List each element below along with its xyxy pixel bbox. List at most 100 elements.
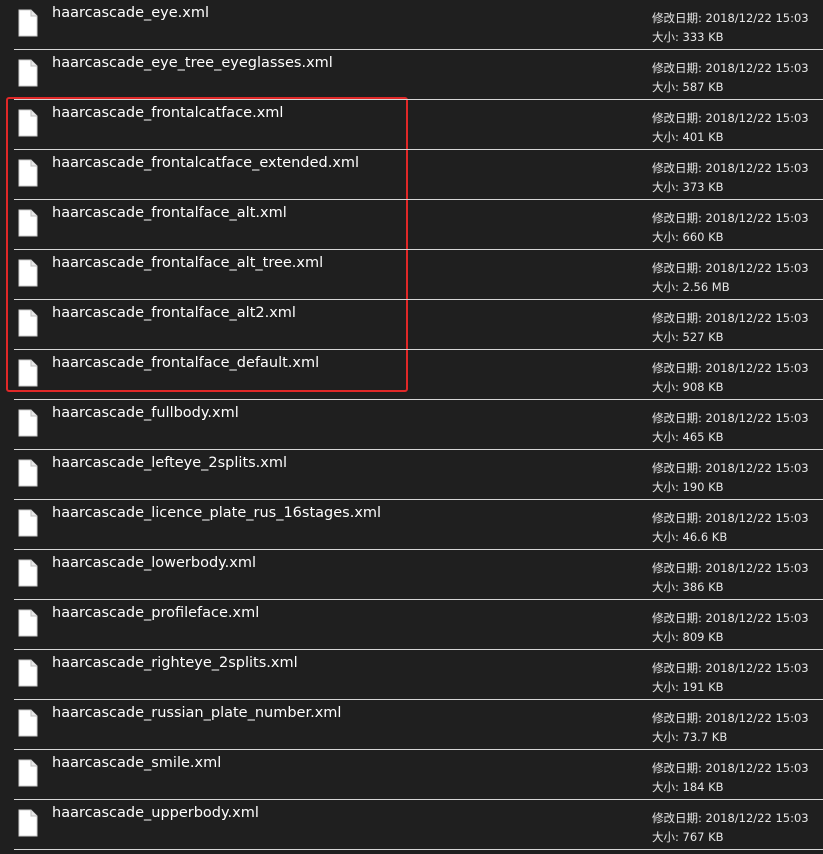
file-size: 大小: 660 KB	[652, 229, 724, 245]
file-modified-date: 修改日期: 2018/12/22 15:03	[652, 310, 809, 326]
document-icon	[18, 509, 38, 537]
file-modified-date: 修改日期: 2018/12/22 15:03	[652, 560, 809, 576]
file-row[interactable]: haarcascade_frontalface_alt2.xml 修改日期: 2…	[0, 300, 823, 350]
file-name: haarcascade_lowerbody.xml	[52, 555, 257, 571]
modified-value: 2018/12/22 15:03	[705, 661, 809, 675]
modified-label: 修改日期:	[652, 211, 702, 225]
file-size: 大小: 465 KB	[652, 429, 724, 445]
file-name: haarcascade_righteye_2splits.xml	[52, 655, 298, 671]
file-row[interactable]: haarcascade_lowerbody.xml 修改日期: 2018/12/…	[0, 550, 823, 600]
document-icon	[18, 559, 38, 587]
modified-label: 修改日期:	[652, 811, 702, 825]
size-value: 767 KB	[682, 830, 724, 844]
file-name: haarcascade_frontalface_alt.xml	[52, 205, 287, 221]
file-modified-date: 修改日期: 2018/12/22 15:03	[652, 660, 809, 676]
file-row[interactable]: haarcascade_smile.xml 修改日期: 2018/12/22 1…	[0, 750, 823, 800]
file-modified-date: 修改日期: 2018/12/22 15:03	[652, 260, 809, 276]
file-row[interactable]: haarcascade_frontalface_default.xml 修改日期…	[0, 350, 823, 400]
file-row[interactable]: haarcascade_russian_plate_number.xml 修改日…	[0, 700, 823, 750]
file-name: haarcascade_russian_plate_number.xml	[52, 705, 342, 721]
size-label: 大小:	[652, 30, 679, 44]
file-modified-date: 修改日期: 2018/12/22 15:03	[652, 110, 809, 126]
size-value: 2.56 MB	[682, 280, 730, 294]
file-modified-date: 修改日期: 2018/12/22 15:03	[652, 460, 809, 476]
size-value: 46.6 KB	[682, 530, 728, 544]
file-size: 大小: 386 KB	[652, 579, 724, 595]
file-row[interactable]: haarcascade_profileface.xml 修改日期: 2018/1…	[0, 600, 823, 650]
modified-label: 修改日期:	[652, 611, 702, 625]
size-label: 大小:	[652, 430, 679, 444]
document-icon	[18, 359, 38, 387]
file-row[interactable]: haarcascade_frontalface_alt.xml 修改日期: 20…	[0, 200, 823, 250]
document-icon	[18, 659, 38, 687]
document-icon	[18, 309, 38, 337]
size-value: 386 KB	[682, 580, 724, 594]
file-row[interactable]: haarcascade_upperbody.xml 修改日期: 2018/12/…	[0, 800, 823, 850]
modified-value: 2018/12/22 15:03	[705, 61, 809, 75]
size-label: 大小:	[652, 730, 679, 744]
size-value: 373 KB	[682, 180, 724, 194]
modified-label: 修改日期:	[652, 411, 702, 425]
modified-label: 修改日期:	[652, 661, 702, 675]
file-row[interactable]: haarcascade_licence_plate_rus_16stages.x…	[0, 500, 823, 550]
file-row[interactable]: haarcascade_frontalcatface.xml 修改日期: 201…	[0, 100, 823, 150]
file-modified-date: 修改日期: 2018/12/22 15:03	[652, 60, 809, 76]
modified-value: 2018/12/22 15:03	[705, 361, 809, 375]
modified-label: 修改日期:	[652, 111, 702, 125]
modified-value: 2018/12/22 15:03	[705, 261, 809, 275]
size-value: 184 KB	[682, 780, 724, 794]
file-row[interactable]: haarcascade_righteye_2splits.xml 修改日期: 2…	[0, 650, 823, 700]
size-label: 大小:	[652, 280, 679, 294]
size-label: 大小:	[652, 580, 679, 594]
file-modified-date: 修改日期: 2018/12/22 15:03	[652, 710, 809, 726]
file-size: 大小: 46.6 KB	[652, 529, 727, 545]
modified-value: 2018/12/22 15:03	[705, 761, 809, 775]
document-icon	[18, 409, 38, 437]
size-value: 908 KB	[682, 380, 724, 394]
modified-value: 2018/12/22 15:03	[705, 311, 809, 325]
file-name: haarcascade_frontalcatface_extended.xml	[52, 155, 360, 171]
file-row[interactable]: haarcascade_frontalface_alt_tree.xml 修改日…	[0, 250, 823, 300]
file-size: 大小: 191 KB	[652, 679, 724, 695]
file-size: 大小: 373 KB	[652, 179, 724, 195]
size-label: 大小:	[652, 130, 679, 144]
file-modified-date: 修改日期: 2018/12/22 15:03	[652, 760, 809, 776]
file-size: 大小: 527 KB	[652, 329, 724, 345]
document-icon	[18, 809, 38, 837]
file-name: haarcascade_lefteye_2splits.xml	[52, 455, 288, 471]
modified-label: 修改日期:	[652, 761, 702, 775]
size-value: 660 KB	[682, 230, 724, 244]
file-name: haarcascade_fullbody.xml	[52, 405, 239, 421]
file-modified-date: 修改日期: 2018/12/22 15:03	[652, 510, 809, 526]
modified-value: 2018/12/22 15:03	[705, 811, 809, 825]
file-size: 大小: 190 KB	[652, 479, 724, 495]
file-name: haarcascade_frontalface_default.xml	[52, 355, 320, 371]
size-value: 401 KB	[682, 130, 724, 144]
size-value: 809 KB	[682, 630, 724, 644]
file-row[interactable]: haarcascade_fullbody.xml 修改日期: 2018/12/2…	[0, 400, 823, 450]
modified-value: 2018/12/22 15:03	[705, 211, 809, 225]
modified-value: 2018/12/22 15:03	[705, 161, 809, 175]
file-row[interactable]: haarcascade_lefteye_2splits.xml 修改日期: 20…	[0, 450, 823, 500]
file-row[interactable]: haarcascade_eye.xml 修改日期: 2018/12/22 15:…	[0, 0, 823, 50]
size-value: 73.7 KB	[682, 730, 728, 744]
file-size: 大小: 587 KB	[652, 79, 724, 95]
file-name: haarcascade_smile.xml	[52, 755, 222, 771]
file-row[interactable]: haarcascade_frontalcatface_extended.xml …	[0, 150, 823, 200]
size-label: 大小:	[652, 180, 679, 194]
size-label: 大小:	[652, 630, 679, 644]
modified-label: 修改日期:	[652, 161, 702, 175]
file-name: haarcascade_frontalcatface.xml	[52, 105, 284, 121]
modified-value: 2018/12/22 15:03	[705, 111, 809, 125]
file-name: haarcascade_frontalface_alt2.xml	[52, 305, 296, 321]
modified-value: 2018/12/22 15:03	[705, 411, 809, 425]
file-row[interactable]: haarcascade_eye_tree_eyeglasses.xml 修改日期…	[0, 50, 823, 100]
size-label: 大小:	[652, 330, 679, 344]
size-value: 333 KB	[682, 30, 724, 44]
file-name: haarcascade_profileface.xml	[52, 605, 260, 621]
file-size: 大小: 809 KB	[652, 629, 724, 645]
size-label: 大小:	[652, 830, 679, 844]
size-label: 大小:	[652, 80, 679, 94]
file-modified-date: 修改日期: 2018/12/22 15:03	[652, 10, 809, 26]
file-list: haarcascade_eye.xml 修改日期: 2018/12/22 15:…	[0, 0, 823, 854]
